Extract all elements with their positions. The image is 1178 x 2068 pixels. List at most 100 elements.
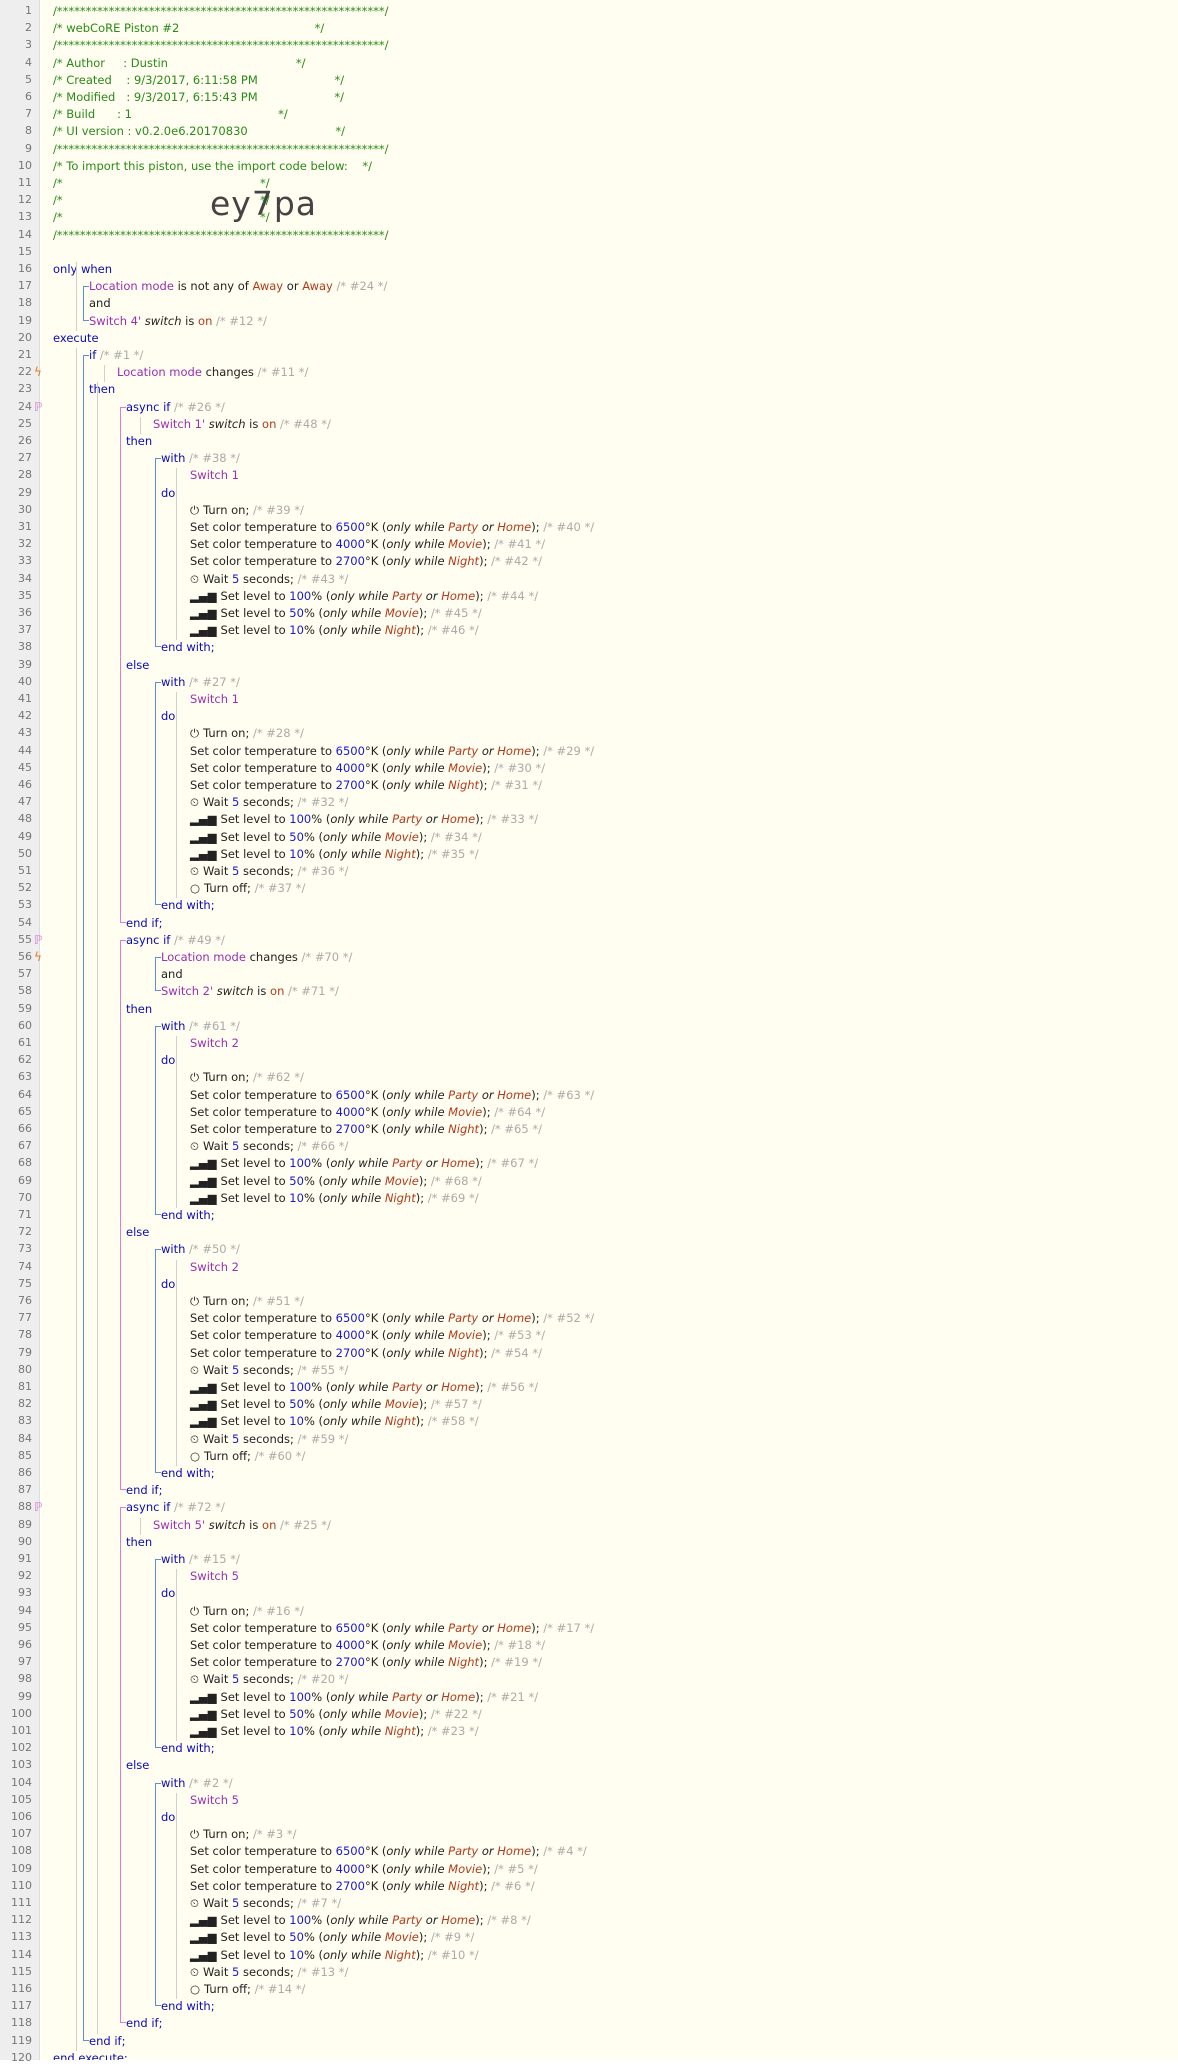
code-line[interactable]: with /* #38 */ <box>161 451 240 468</box>
code-line[interactable]: Location mode is not any of Away or Away… <box>89 279 387 296</box>
code-line[interactable]: and <box>161 967 183 984</box>
code-line[interactable]: else <box>126 1758 149 1775</box>
code-line[interactable]: Set color temperature to 2700°K (only wh… <box>190 1122 542 1139</box>
code-line[interactable]: Switch 1' switch is on /* #48 */ <box>153 417 331 434</box>
code-line[interactable]: end with; <box>161 1999 215 2016</box>
code-line[interactable]: Set color temperature to 2700°K (only wh… <box>190 778 542 795</box>
code-line[interactable]: Switch 5 <box>190 1793 239 1810</box>
code-line[interactable]: ⏲ Wait 5 seconds; /* #43 */ <box>190 572 348 589</box>
code-line[interactable]: then <box>126 434 152 451</box>
code-line[interactable]: with /* #61 */ <box>161 1019 240 1036</box>
code-line[interactable]: Switch 1 <box>190 692 239 709</box>
code-line[interactable]: Set color temperature to 4000°K (only wh… <box>190 1105 545 1122</box>
code-line[interactable]: do <box>161 1053 175 1070</box>
code-line[interactable]: ▂▄▆ Set level to 10% (only while Night); … <box>190 847 479 864</box>
code-line[interactable]: ⏲ Wait 5 seconds; /* #59 */ <box>190 1432 348 1449</box>
code-line[interactable]: ▂▄▆ Set level to 100% (only while Party o… <box>190 589 538 606</box>
code-line[interactable]: async if /* #72 */ <box>126 1500 225 1517</box>
code-line[interactable]: end if; <box>126 2016 162 2033</box>
code-line[interactable]: Switch 1 <box>190 468 239 485</box>
code-line[interactable]: /* Modified : 9/3/2017, 6:15:43 PM */ <box>53 90 344 107</box>
code-line[interactable]: end with; <box>161 1466 215 1483</box>
code-line[interactable]: then <box>126 1002 152 1019</box>
code-line[interactable]: ▂▄▆ Set level to 50% (only while Movie); … <box>190 1930 474 1947</box>
code-line[interactable]: ⏻ Turn on; /* #62 */ <box>190 1070 304 1087</box>
code-line[interactable]: ▂▄▆ Set level to 10% (only while Night); … <box>190 1414 479 1431</box>
code-line[interactable]: /* UI version : v0.2.0e6.20170830 */ <box>53 124 345 141</box>
code-line[interactable]: do <box>161 1277 175 1294</box>
code-line[interactable]: ○ Turn off; /* #37 */ <box>190 881 305 898</box>
code-line[interactable]: Set color temperature to 6500°K (only wh… <box>190 1311 594 1328</box>
code-line[interactable]: Set color temperature to 6500°K (only wh… <box>190 520 594 537</box>
code-line[interactable]: ⏲ Wait 5 seconds; /* #13 */ <box>190 1965 348 1982</box>
code-line[interactable]: Switch 4' switch is on /* #12 */ <box>89 314 267 331</box>
code-line[interactable]: /* Created : 9/3/2017, 6:11:58 PM */ <box>53 73 344 90</box>
code-line[interactable]: end with; <box>161 640 215 657</box>
code-line[interactable]: then <box>126 1535 152 1552</box>
code-line[interactable]: Set color temperature to 6500°K (only wh… <box>190 1844 587 1861</box>
code-line[interactable]: ⏲ Wait 5 seconds; /* #36 */ <box>190 864 348 881</box>
code-line[interactable]: /* Build : 1 */ <box>53 107 288 124</box>
code-line[interactable]: with /* #15 */ <box>161 1552 240 1569</box>
code-line[interactable]: Switch 2 <box>190 1036 239 1053</box>
code-line[interactable]: end if; <box>89 2034 125 2051</box>
code-line[interactable]: ▂▄▆ Set level to 50% (only while Movie); … <box>190 830 482 847</box>
code-line[interactable]: /***************************************… <box>53 228 389 245</box>
code-line[interactable]: ▂▄▆ Set level to 10% (only while Night); … <box>190 1948 479 1965</box>
code-line[interactable]: ⏲ Wait 5 seconds; /* #32 */ <box>190 795 348 812</box>
code-line[interactable]: Set color temperature to 4000°K (only wh… <box>190 537 545 554</box>
code-line[interactable]: ⏲ Wait 5 seconds; /* #20 */ <box>190 1672 348 1689</box>
code-line[interactable]: ⏻ Turn on; /* #3 */ <box>190 1827 297 1844</box>
code-line[interactable]: Set color temperature to 2700°K (only wh… <box>190 1879 535 1896</box>
code-line[interactable]: Location mode changes /* #70 */ <box>161 950 352 967</box>
code-line[interactable]: Set color temperature to 4000°K (only wh… <box>190 761 545 778</box>
code-line[interactable]: ⏲ Wait 5 seconds; /* #55 */ <box>190 1363 348 1380</box>
code-line[interactable]: Set color temperature to 4000°K (only wh… <box>190 1862 538 1879</box>
code-line[interactable]: end with; <box>161 1741 215 1758</box>
code-line[interactable]: Set color temperature to 6500°K (only wh… <box>190 1088 594 1105</box>
code-line[interactable]: /* Author : Dustin */ <box>53 56 306 73</box>
code-line[interactable]: Switch 2' switch is on /* #71 */ <box>161 984 339 1001</box>
code-line[interactable]: ▂▄▆ Set level to 50% (only while Movie); … <box>190 1707 482 1724</box>
code-line[interactable]: ⏻ Turn on; /* #28 */ <box>190 726 304 743</box>
code-line[interactable]: do <box>161 709 175 726</box>
code-line[interactable]: async if /* #26 */ <box>126 400 225 417</box>
code-line[interactable]: ▂▄▆ Set level to 10% (only while Night); … <box>190 1191 479 1208</box>
code-line[interactable]: else <box>126 1225 149 1242</box>
code-line[interactable]: Set color temperature to 4000°K (only wh… <box>190 1638 545 1655</box>
code-line[interactable]: then <box>89 382 115 399</box>
code-line[interactable]: Switch 5' switch is on /* #25 */ <box>153 1518 331 1535</box>
code-line[interactable]: ▂▄▆ Set level to 100% (only while Party o… <box>190 1156 538 1173</box>
code-line[interactable]: ⏲ Wait 5 seconds; /* #7 */ <box>190 1896 341 1913</box>
code-line[interactable]: end with; <box>161 898 215 915</box>
code-line[interactable]: /* To import this piston, use the import… <box>53 159 372 176</box>
code-line[interactable]: end if; <box>126 916 162 933</box>
code-line[interactable]: /***************************************… <box>53 38 389 55</box>
code-line[interactable]: Set color temperature to 6500°K (only wh… <box>190 1621 594 1638</box>
code-line[interactable]: ⏻ Turn on; /* #39 */ <box>190 503 304 520</box>
code-line[interactable]: ▂▄▆ Set level to 100% (only while Party o… <box>190 1913 531 1930</box>
code-line[interactable]: ▂▄▆ Set level to 100% (only while Party o… <box>190 1690 538 1707</box>
code-line[interactable]: /***************************************… <box>53 4 389 21</box>
code-line[interactable]: only when <box>53 262 112 279</box>
code-line[interactable]: /* webCoRE Piston #2 */ <box>53 21 324 38</box>
code-line[interactable]: ▂▄▆ Set level to 10% (only while Night); … <box>190 623 479 640</box>
code-line[interactable]: ⏻ Turn on; /* #16 */ <box>190 1604 304 1621</box>
code-line[interactable]: ▂▄▆ Set level to 10% (only while Night); … <box>190 1724 479 1741</box>
code-line[interactable]: ▂▄▆ Set level to 50% (only while Movie); … <box>190 606 482 623</box>
code-line[interactable]: ▂▄▆ Set level to 50% (only while Movie); … <box>190 1397 482 1414</box>
code-line[interactable]: do <box>161 486 175 503</box>
code-line[interactable]: ▂▄▆ Set level to 50% (only while Movie); … <box>190 1174 482 1191</box>
code-line[interactable]: Switch 5 <box>190 1569 239 1586</box>
code-line[interactable]: Set color temperature to 2700°K (only wh… <box>190 1655 542 1672</box>
code-line[interactable]: Switch 2 <box>190 1260 239 1277</box>
code-line[interactable]: Set color temperature to 2700°K (only wh… <box>190 1346 542 1363</box>
code-line[interactable]: Set color temperature to 6500°K (only wh… <box>190 744 594 761</box>
code-line[interactable]: with /* #2 */ <box>161 1776 233 1793</box>
code-line[interactable]: Location mode changes /* #11 */ <box>117 365 308 382</box>
code-line[interactable]: do <box>161 1810 175 1827</box>
code-line[interactable]: ▂▄▆ Set level to 100% (only while Party o… <box>190 812 538 829</box>
code-line[interactable]: with /* #50 */ <box>161 1242 240 1259</box>
code-line[interactable]: else <box>126 658 149 675</box>
code-line[interactable]: ⏲ Wait 5 seconds; /* #66 */ <box>190 1139 348 1156</box>
